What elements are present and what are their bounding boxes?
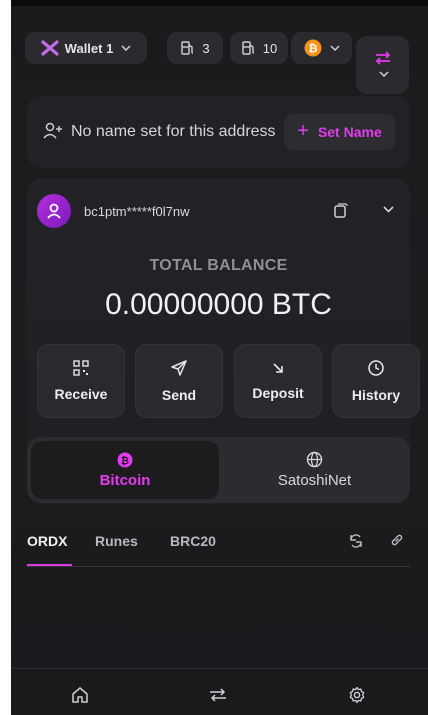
user-icon [47, 203, 61, 219]
globe-icon [306, 451, 323, 468]
address-text: bc1ptm*****f0l7nw [84, 204, 190, 219]
add-person-icon [43, 122, 63, 145]
fee-value-b: 10 [262, 40, 278, 56]
swap-icon[interactable] [206, 683, 230, 707]
bitcoin-icon: ₿ [304, 39, 322, 57]
chevron-down-icon [329, 43, 340, 54]
fee-value-a: 3 [202, 40, 210, 56]
refresh-icon[interactable] [348, 533, 364, 554]
gas-pump-icon [241, 40, 257, 56]
history-label: History [351, 387, 401, 403]
tab-satoshinet[interactable]: SatoshiNet [223, 441, 406, 499]
wallet-logo-icon [41, 40, 59, 56]
action-row: Receive Send Deposit History [37, 344, 420, 418]
active-tab-indicator [27, 564, 72, 566]
deposit-label: Deposit [252, 385, 304, 401]
wallet-selector[interactable]: Wallet 1 [25, 32, 147, 64]
set-name-button[interactable]: + Set Name [284, 114, 395, 150]
link-icon[interactable] [390, 533, 404, 552]
set-name-label: Set Name [317, 124, 382, 140]
receive-button[interactable]: Receive [37, 344, 125, 418]
fee-indicator-b[interactable]: 10 [230, 32, 288, 64]
network-selector[interactable] [356, 36, 409, 94]
svg-text:₿: ₿ [121, 455, 129, 467]
tab-bitcoin-label: Bitcoin [99, 471, 151, 489]
send-icon [170, 359, 188, 377]
network-tabs: ₿ Bitcoin SatoshiNet [27, 437, 410, 503]
tab-runes[interactable]: Runes [95, 533, 138, 549]
chevron-down-icon[interactable] [383, 204, 394, 216]
deposit-arrow-icon [271, 361, 285, 375]
gear-icon[interactable] [345, 683, 369, 707]
total-balance-value: 0.00000000 BTC [105, 288, 332, 321]
tab-ordx[interactable]: ORDX [27, 533, 67, 549]
history-button[interactable]: History [332, 344, 420, 418]
plus-icon: + [297, 119, 309, 142]
tab-brc20[interactable]: BRC20 [170, 533, 216, 549]
no-name-message: No name set for this address [71, 123, 276, 140]
top-bar: Wallet 1 3 10 ₿ [11, 32, 428, 94]
qr-code-icon [73, 360, 89, 376]
asset-tabs: ORDX Runes BRC20 [27, 531, 410, 567]
gas-pump-icon [180, 40, 196, 56]
bottom-nav [11, 668, 428, 715]
chevron-down-icon [378, 69, 389, 80]
address-name-card: No name set for this address + Set Name [27, 96, 410, 168]
chain-selector[interactable]: ₿ [291, 32, 352, 64]
tab-satoshinet-label: SatoshiNet [277, 472, 352, 489]
home-icon[interactable] [68, 683, 92, 707]
clock-icon [367, 359, 385, 377]
bitcoin-icon: ₿ [117, 452, 133, 468]
tab-bitcoin[interactable]: ₿ Bitcoin [31, 441, 219, 499]
copy-icon[interactable] [332, 203, 348, 224]
receive-label: Receive [54, 386, 108, 402]
svg-text:₿: ₿ [308, 42, 317, 55]
wallet-name: Wallet 1 [64, 40, 114, 56]
send-button[interactable]: Send [135, 344, 223, 418]
chevron-down-icon [121, 43, 131, 54]
deposit-button[interactable]: Deposit [234, 344, 322, 418]
send-label: Send [161, 387, 197, 403]
total-balance-label: TOTAL BALANCE [149, 257, 288, 274]
swap-arrows-icon [375, 50, 391, 65]
avatar [37, 194, 71, 228]
fee-indicator-a[interactable]: 3 [167, 32, 223, 64]
wallet-app: Wallet 1 3 10 ₿ No name set for this add… [11, 0, 428, 715]
